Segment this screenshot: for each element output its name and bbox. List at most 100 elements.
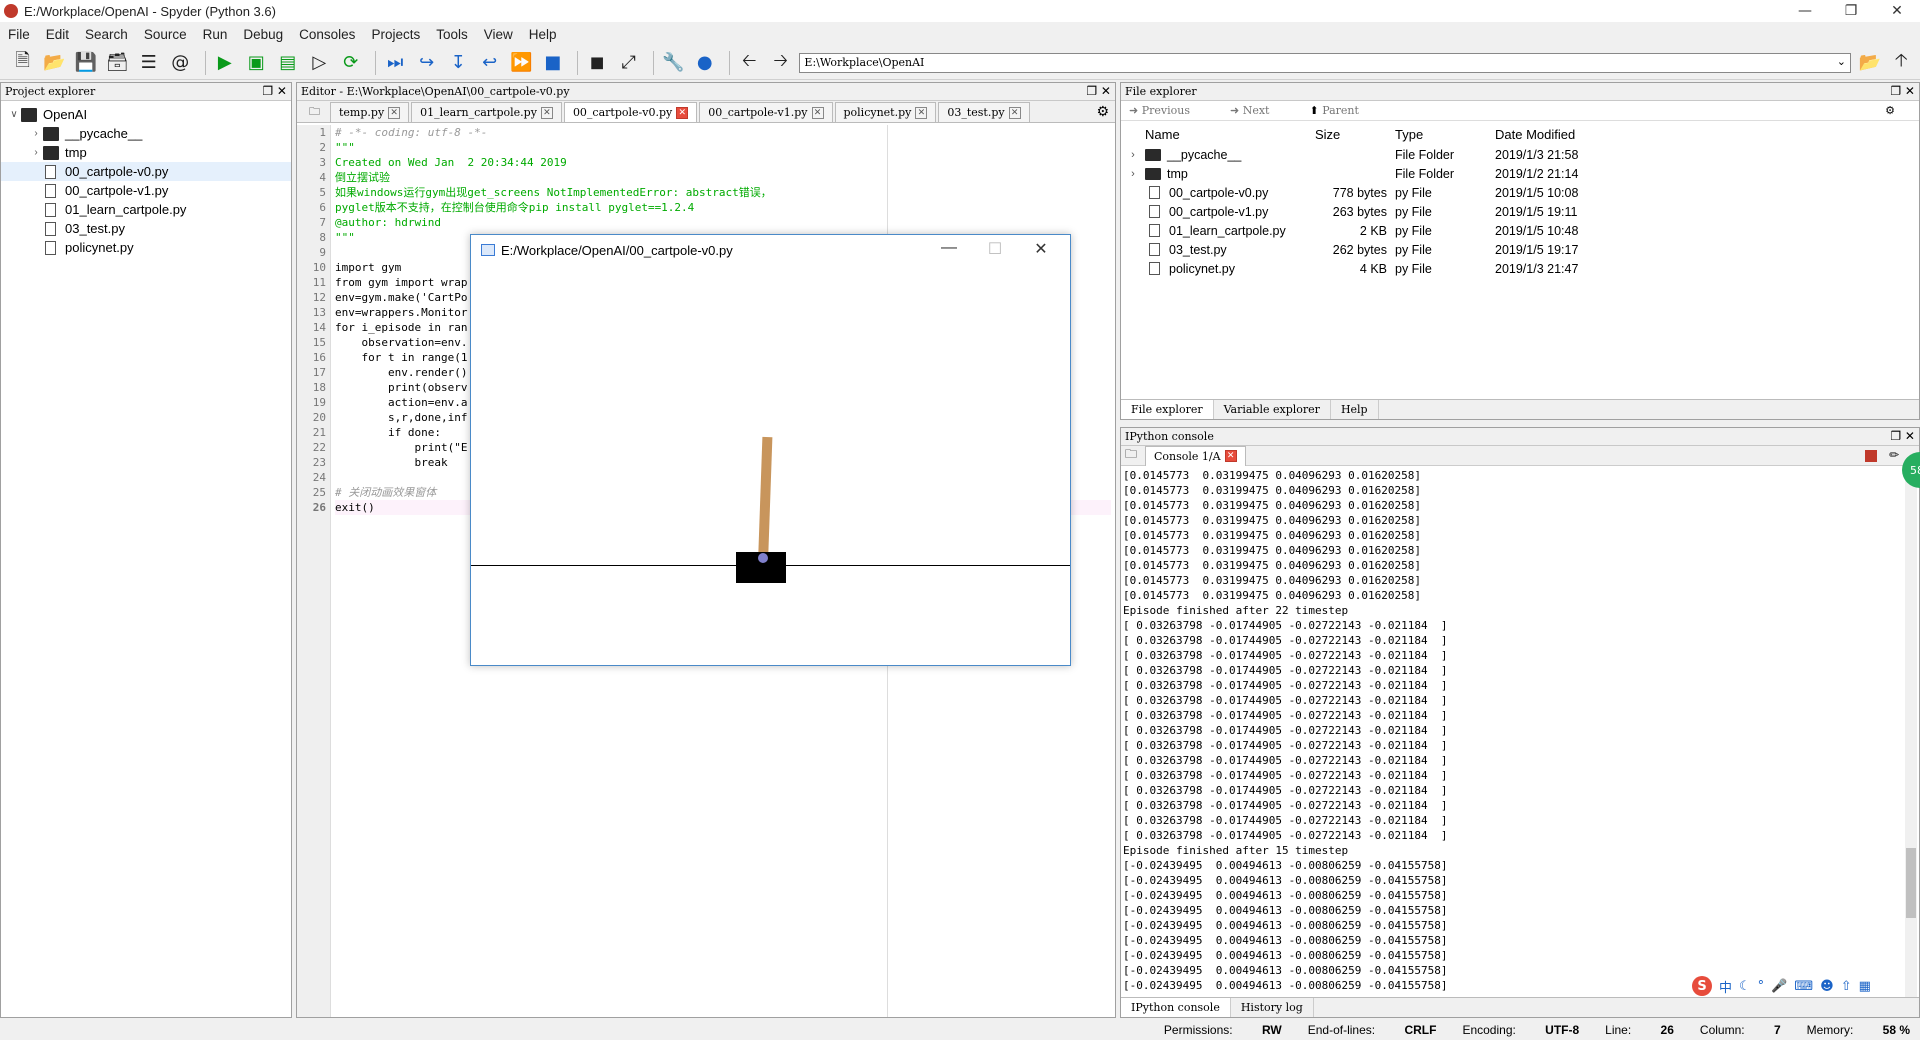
rerun-icon[interactable]: ⟳ (338, 50, 364, 76)
browse-tabs-icon[interactable]: 🗀 (301, 102, 328, 122)
browse-tabs-icon[interactable]: 🗀 (1125, 445, 1137, 466)
console-output[interactable]: [0.0145773 0.03199475 0.04096293 0.01620… (1123, 468, 1883, 993)
cartpole-render-window[interactable]: E:/Workplace/OpenAI/00_cartpole-v0.py — … (470, 234, 1071, 666)
stop-debug-icon[interactable]: ■ (540, 50, 566, 76)
close-tab-icon[interactable]: ✕ (540, 106, 553, 119)
chevron-right-icon[interactable]: › (29, 147, 43, 158)
parent-dir-icon[interactable]: 🡡 (1888, 50, 1914, 76)
person-icon[interactable]: ☻ (1820, 979, 1834, 994)
new-file-icon[interactable]: 🗎 (10, 50, 36, 76)
menu-tools[interactable]: Tools (428, 27, 476, 42)
gear-icon[interactable]: ⚙ (1885, 104, 1895, 117)
code-line[interactable]: 倒立摆试验 (335, 170, 1111, 185)
file-row[interactable]: policynet.py 4 KB py File 2019/1/3 21:47 (1121, 259, 1919, 278)
menu-file[interactable]: File (0, 27, 38, 42)
sogou-ime-icon[interactable]: S (1692, 976, 1712, 996)
code-line[interactable]: @author: hdrwind (335, 215, 1111, 230)
tree-folder[interactable]: › __pycache__ (1, 124, 291, 143)
step-into-icon[interactable]: ↧ (445, 50, 471, 76)
column-header[interactable]: Date Modified (1495, 127, 1635, 142)
column-header[interactable]: Type (1395, 127, 1495, 142)
undock-close-icons[interactable]: ❐ ✕ (1890, 84, 1915, 98)
editor-tab[interactable]: temp.py ✕ (330, 102, 410, 122)
run-selection-icon[interactable]: ▷ (306, 50, 332, 76)
close-tab-icon[interactable]: ✕ (915, 106, 928, 119)
editor-tab[interactable]: 00_cartpole-v1.py ✕ (699, 102, 833, 122)
parent-button[interactable]: ⬆ Parent (1309, 104, 1378, 117)
code-line[interactable]: Created on Wed Jan 2 20:34:44 2019 (335, 155, 1111, 170)
previous-button[interactable]: ➜ Previous (1129, 104, 1210, 117)
fullscreen-icon[interactable]: ⤢ (616, 50, 642, 76)
outline-icon[interactable]: ☰ (136, 50, 162, 76)
chevron-right-icon[interactable]: › (1121, 168, 1145, 180)
column-header[interactable]: Name (1145, 127, 1295, 142)
tree-folder[interactable]: › tmp (1, 143, 291, 162)
code-line[interactable]: """ (335, 140, 1111, 155)
editor-tab[interactable]: policynet.py ✕ (834, 102, 937, 122)
close-tab-icon[interactable]: ✕ (388, 106, 401, 119)
chevron-down-icon[interactable]: ∨ (7, 109, 21, 120)
pane-tab[interactable]: File explorer (1121, 400, 1214, 419)
editor-tab[interactable]: 01_learn_cartpole.py ✕ (411, 102, 562, 122)
save-icon[interactable]: 💾 (73, 50, 99, 76)
run-cell-advance-icon[interactable]: ▤ (275, 50, 301, 76)
undock-close-icons[interactable]: ❐ ✕ (1086, 84, 1111, 98)
tree-file[interactable]: 03_test.py (1, 219, 291, 238)
menu-projects[interactable]: Projects (363, 27, 428, 42)
file-row[interactable]: 00_cartpole-v0.py 778 bytes py File 2019/1/… (1121, 183, 1919, 202)
moon-icon[interactable]: ☾ (1739, 979, 1751, 994)
save-all-icon[interactable]: 🗃 (105, 50, 131, 76)
close-tab-icon[interactable]: ✕ (676, 106, 689, 119)
file-row[interactable]: 01_learn_cartpole.py 2 KB py File 2019/1/5 … (1121, 221, 1919, 240)
menu-help[interactable]: Help (521, 27, 565, 42)
file-row[interactable]: › __pycache__ File Folder 2019/1/3 21:58 (1121, 145, 1919, 164)
maximize-button[interactable]: ❐ (1828, 0, 1874, 22)
file-row[interactable]: 03_test.py 262 bytes py File 2019/1/5 19:17 (1121, 240, 1919, 259)
menu-view[interactable]: View (476, 27, 521, 42)
next-button[interactable]: ➜ Next (1230, 104, 1289, 117)
tree-folder[interactable]: ∨ OpenAI (1, 105, 291, 124)
chevron-right-icon[interactable]: › (1121, 149, 1145, 161)
menu-source[interactable]: Source (136, 27, 195, 42)
continue-icon[interactable]: ⏩ (508, 50, 534, 76)
punctuation-icon[interactable]: ° (1758, 979, 1765, 994)
tree-file[interactable]: 00_cartpole-v0.py (1, 162, 291, 181)
menu-run[interactable]: Run (195, 27, 236, 42)
console-tab[interactable]: Console 1/A ✕ (1145, 445, 1246, 466)
close-tab-icon[interactable]: ✕ (1224, 450, 1237, 462)
file-row[interactable]: 00_cartpole-v1.py 263 bytes py File 2019/1/… (1121, 202, 1919, 221)
preferences-icon[interactable]: 🔧 (660, 50, 686, 76)
step-icon[interactable]: ↪ (414, 50, 440, 76)
column-header[interactable]: Size (1295, 127, 1395, 142)
chevron-right-icon[interactable]: › (29, 128, 43, 139)
browse-folder-icon[interactable]: 📂 (1857, 50, 1883, 76)
menu-search[interactable]: Search (77, 27, 136, 42)
stop-kernel-icon[interactable] (1865, 450, 1877, 462)
tools-icon[interactable]: ▦ (1859, 979, 1871, 994)
open-file-icon[interactable]: 📂 (42, 50, 68, 76)
working-directory-input[interactable]: E:\Workplace\OpenAI ⌄ (799, 52, 1851, 73)
menu-debug[interactable]: Debug (235, 27, 291, 42)
forward-arrow-icon[interactable]: 🡢 (768, 50, 794, 76)
file-row[interactable]: › tmp File Folder 2019/1/2 21:14 (1121, 164, 1919, 183)
console-scrollbar[interactable] (1905, 468, 1917, 998)
undock-close-icons[interactable]: ❐ ✕ (262, 84, 287, 98)
debug-icon[interactable]: ⏭ (382, 50, 408, 76)
pane-tab[interactable]: IPython console (1121, 998, 1231, 1017)
menu-consoles[interactable]: Consoles (291, 27, 363, 42)
microphone-icon[interactable]: 🎤 (1771, 979, 1787, 994)
python-path-icon[interactable]: ● (692, 50, 718, 76)
skin-icon[interactable]: ⇧ (1841, 979, 1852, 994)
close-tab-icon[interactable]: ✕ (811, 106, 824, 119)
ime-toolbar[interactable]: S 中 ☾ ° 🎤 ⌨ ☻ ⇧ ▦ (1692, 976, 1878, 996)
run-icon[interactable]: ▶ (212, 50, 238, 76)
editor-tab[interactable]: 00_cartpole-v0.py ✕ (563, 102, 698, 122)
close-tab-icon[interactable]: ✕ (1008, 106, 1021, 119)
pane-tab[interactable]: Variable explorer (1214, 400, 1331, 419)
run-cell-icon[interactable]: ▣ (243, 50, 269, 76)
ime-language[interactable]: 中 (1719, 977, 1732, 996)
tree-file[interactable]: 00_cartpole-v1.py (1, 181, 291, 200)
menu-edit[interactable]: Edit (38, 27, 77, 42)
at-icon[interactable]: @ (168, 50, 194, 76)
pane-tab[interactable]: Help (1331, 400, 1379, 419)
